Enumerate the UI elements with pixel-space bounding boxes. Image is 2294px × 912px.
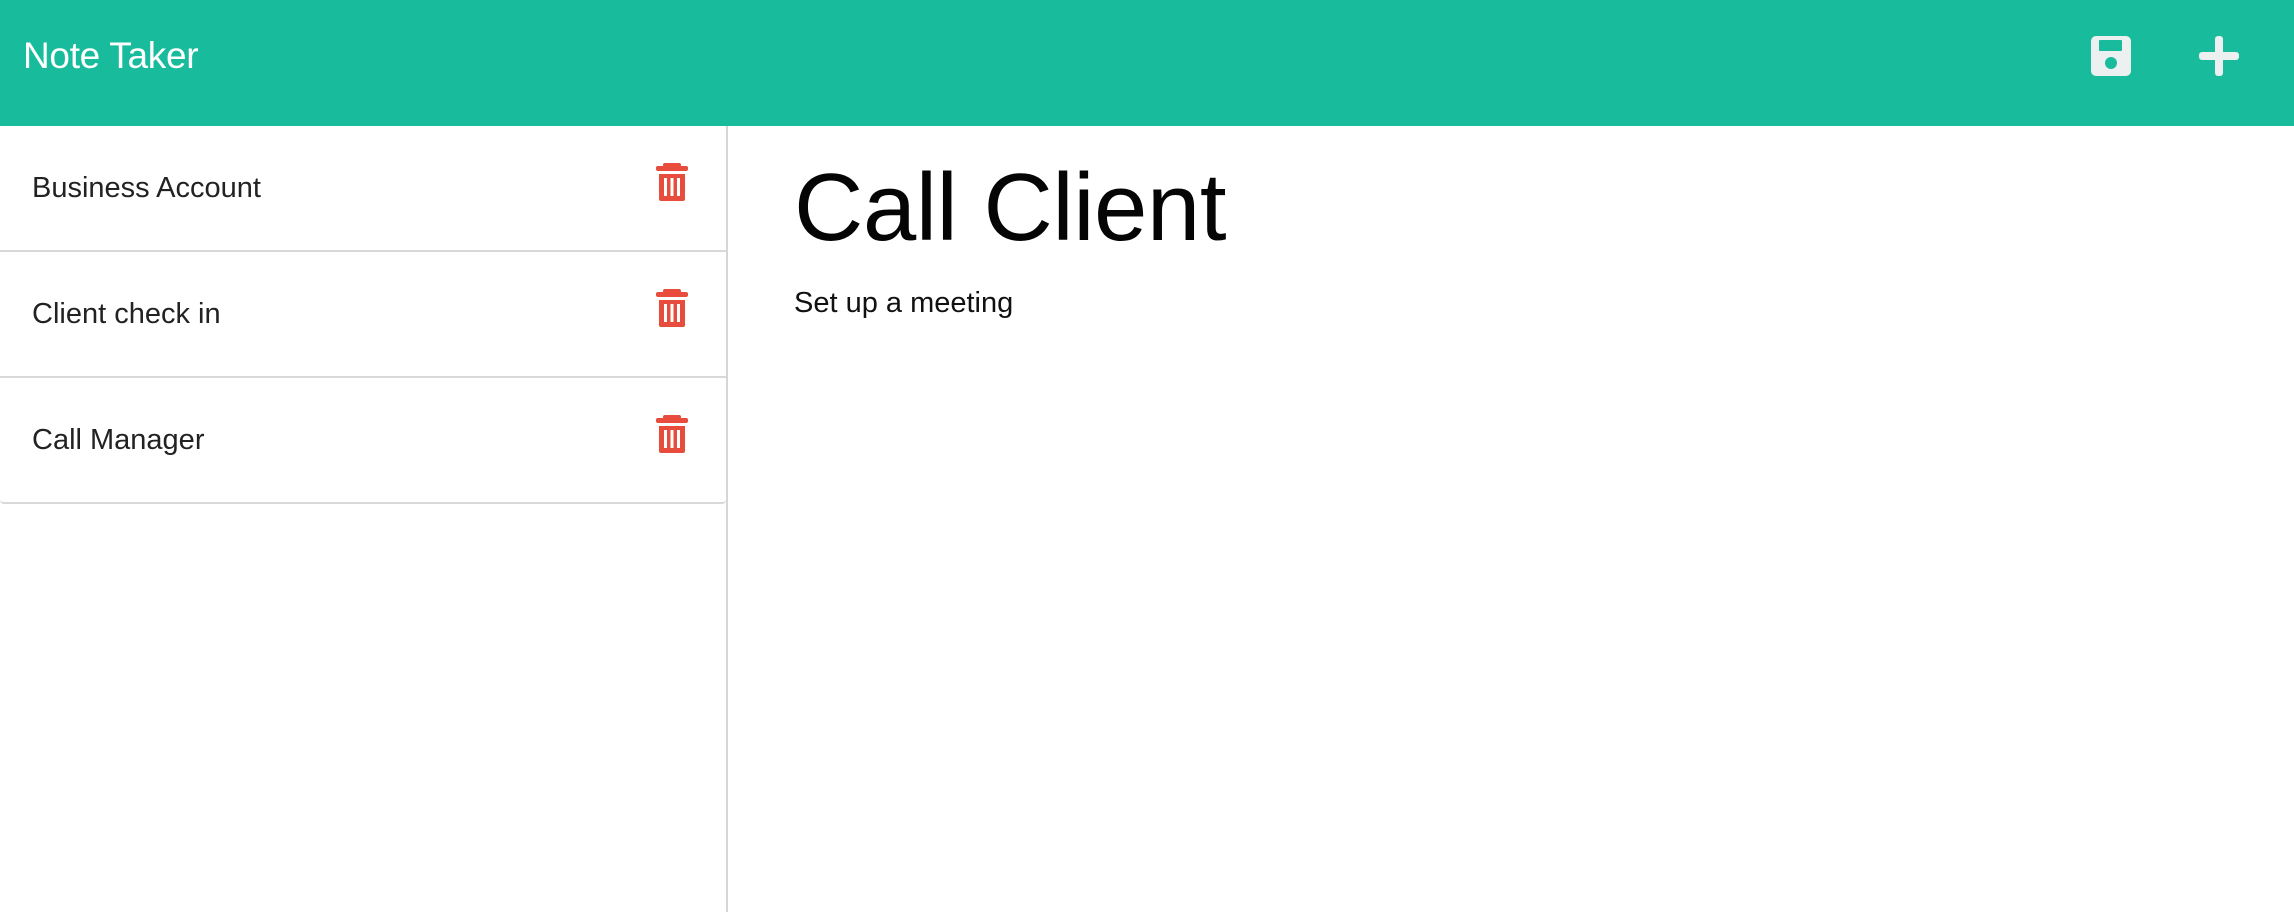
note-list-item[interactable]: Client check in: [0, 252, 726, 378]
trash-icon[interactable]: [652, 162, 692, 202]
navbar: Note Taker: [0, 0, 2294, 126]
note-title[interactable]: Business Account: [32, 168, 261, 208]
note-list-item[interactable]: Call Manager: [0, 378, 726, 504]
note-text-field[interactable]: Set up a meeting: [794, 283, 1013, 323]
app-title[interactable]: Note Taker: [23, 31, 199, 81]
note-editor: Call Client Set up a meeting: [728, 126, 2294, 912]
trash-icon[interactable]: [652, 288, 692, 328]
plus-icon[interactable]: [2191, 28, 2247, 84]
note-title[interactable]: Call Manager: [32, 420, 204, 460]
note-list: Business Account Client check in Call Ma…: [0, 126, 726, 504]
note-title[interactable]: Client check in: [32, 294, 221, 334]
note-list-item[interactable]: Business Account: [0, 126, 726, 252]
note-title-field[interactable]: Call Client: [794, 148, 1226, 268]
sidebar: Business Account Client check in Call Ma…: [0, 126, 728, 912]
save-icon[interactable]: [2083, 28, 2139, 84]
trash-icon[interactable]: [652, 414, 692, 454]
